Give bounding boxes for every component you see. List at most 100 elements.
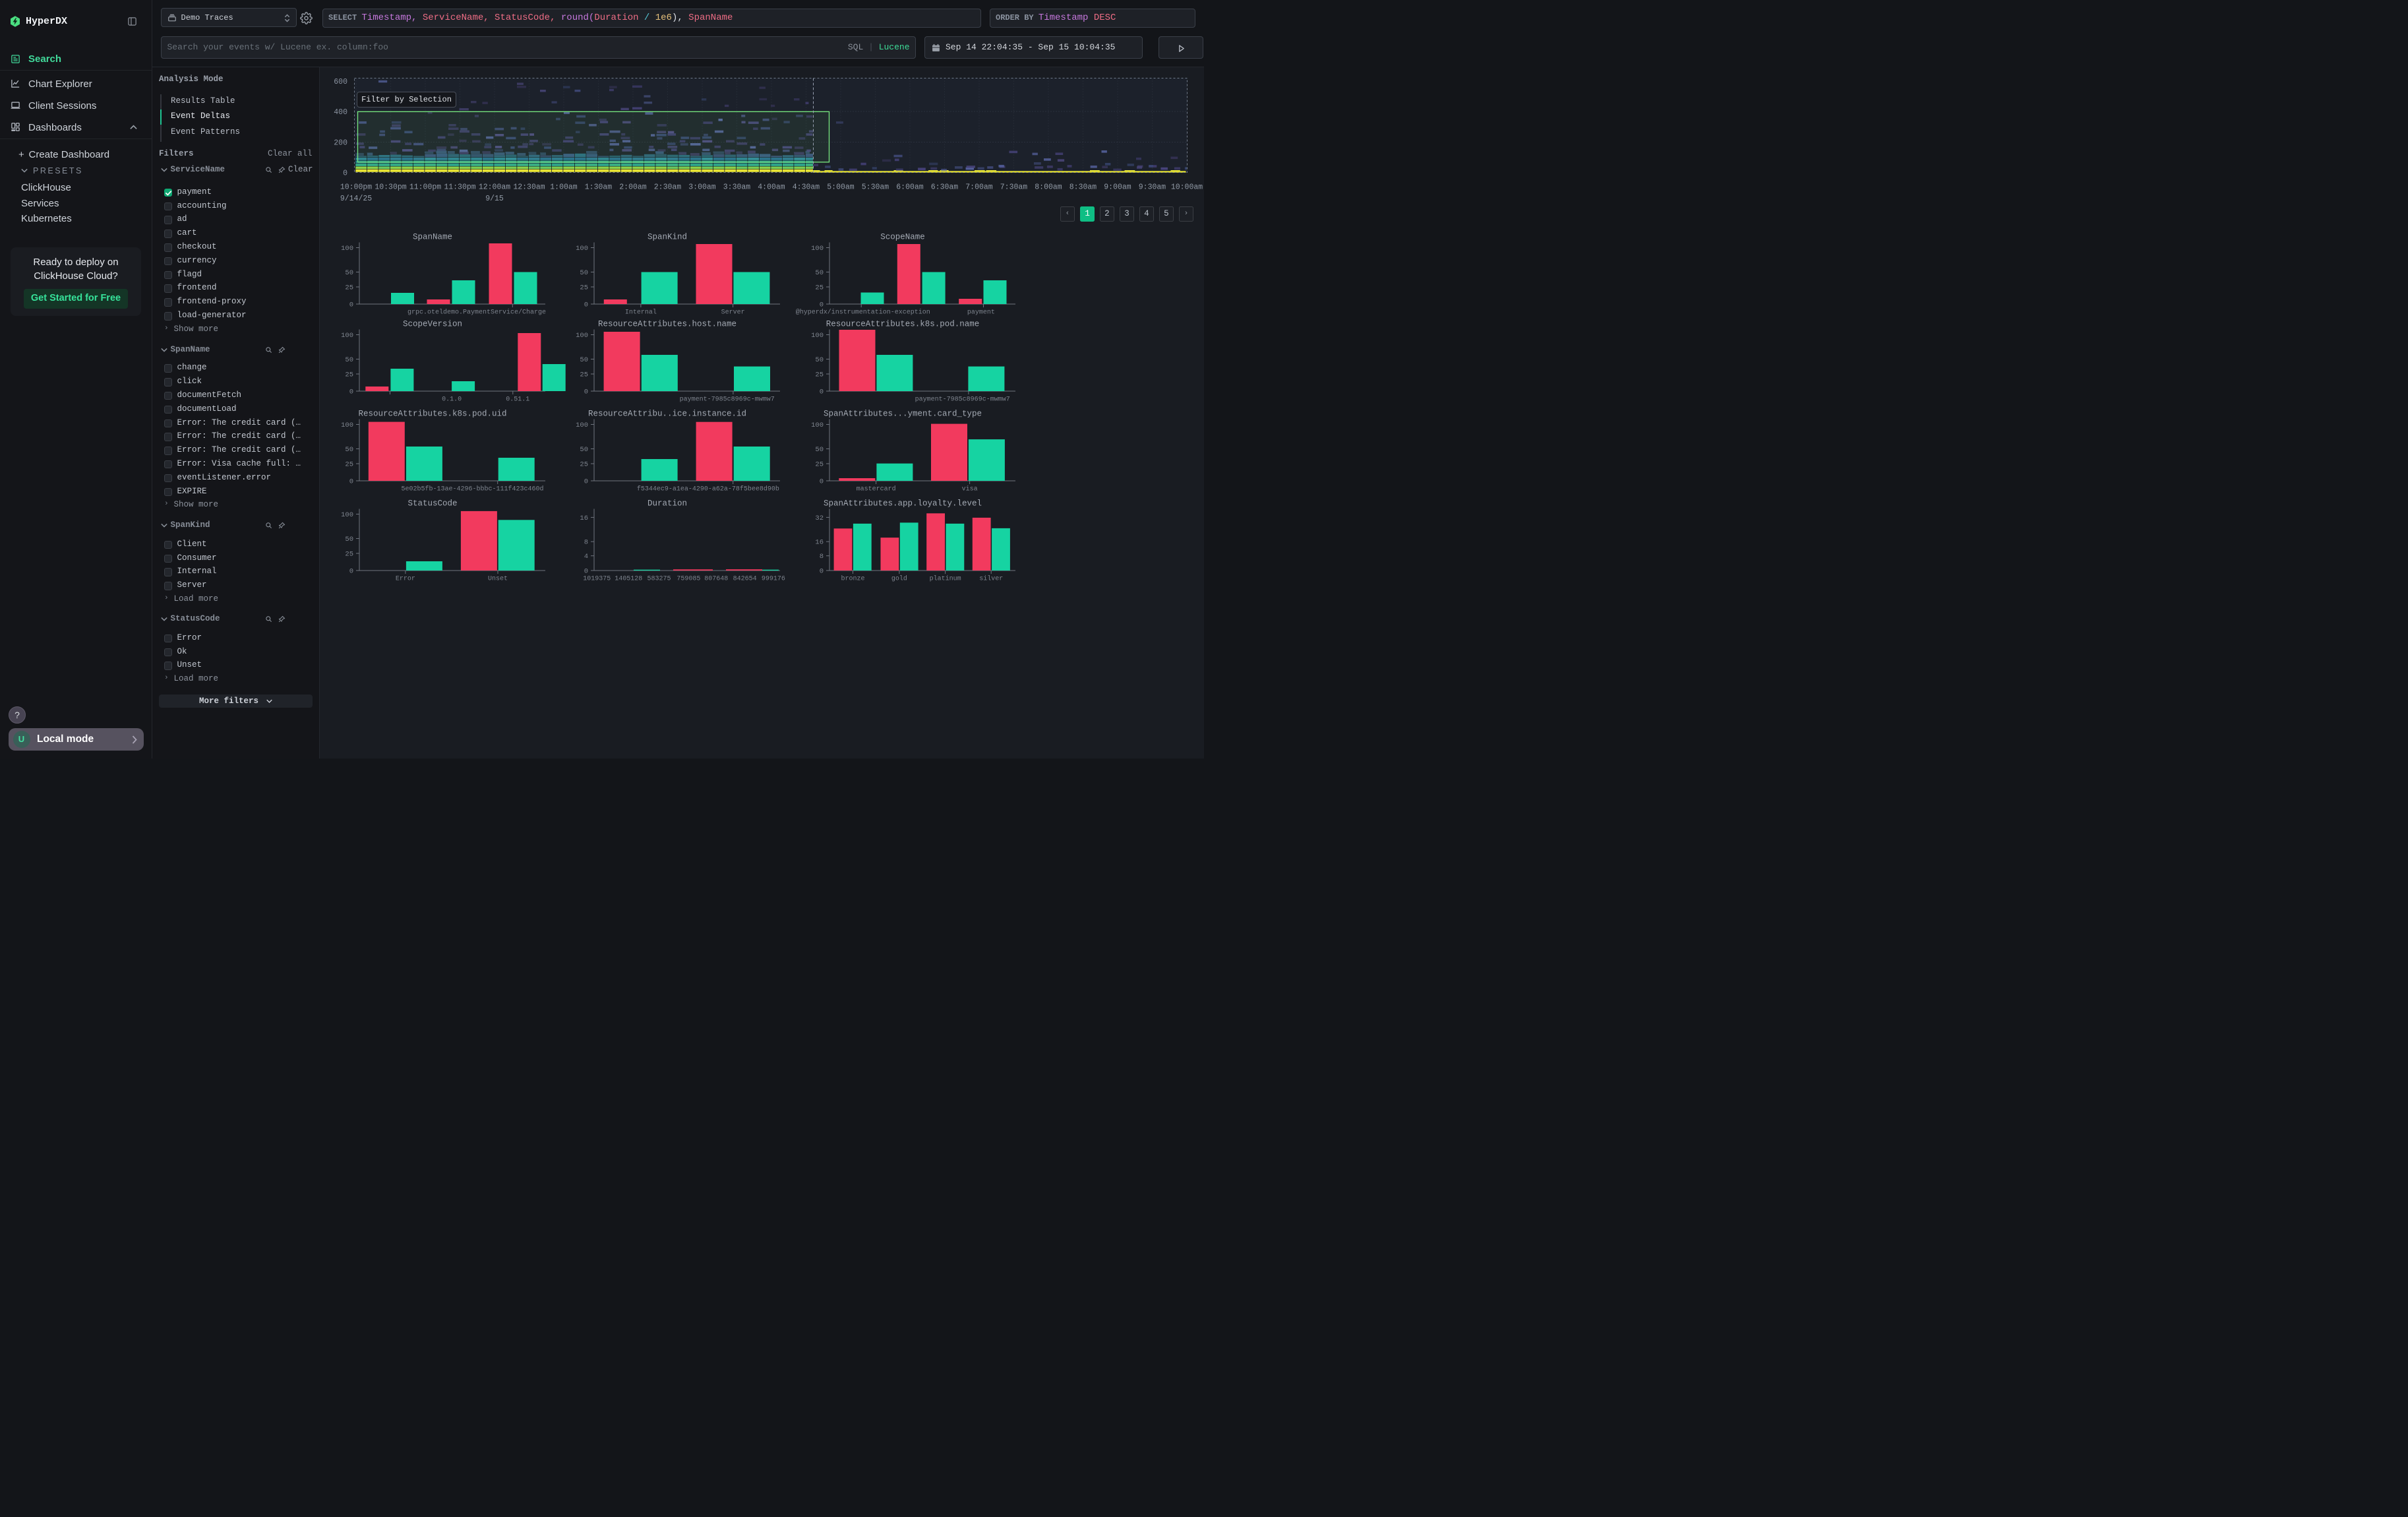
svg-text:25: 25 (345, 551, 353, 559)
svg-text:payment-7985c8969c-mwmw7: payment-7985c8969c-mwmw7 (915, 396, 1009, 403)
svg-text:50: 50 (345, 446, 353, 454)
svg-text:25: 25 (345, 284, 353, 292)
svg-text:9:00am: 9:00am (1104, 183, 1131, 192)
svg-text:50: 50 (580, 269, 588, 277)
svg-text:4:30am: 4:30am (792, 183, 820, 192)
svg-text:payment-7985c8969c-mwmw7: payment-7985c8969c-mwmw7 (680, 396, 775, 403)
svg-text:5:30am: 5:30am (861, 183, 889, 192)
svg-text:100: 100 (811, 245, 824, 253)
svg-text:mastercard: mastercard (856, 485, 895, 493)
svg-text:600: 600 (334, 78, 347, 86)
svg-text:25: 25 (580, 371, 588, 379)
svg-text:SpanName: SpanName (412, 232, 452, 241)
svg-text:100: 100 (576, 332, 588, 340)
svg-text:3:30am: 3:30am (723, 183, 750, 192)
svg-text:3:00am: 3:00am (688, 183, 716, 192)
svg-text:8: 8 (819, 553, 823, 561)
svg-text:50: 50 (815, 269, 824, 277)
svg-text:0: 0 (819, 568, 823, 576)
svg-text:0.1.0: 0.1.0 (442, 396, 462, 403)
svg-text:0: 0 (584, 388, 588, 396)
svg-text:5:00am: 5:00am (827, 183, 855, 192)
svg-text:0: 0 (584, 568, 588, 576)
svg-text:ResourceAttributes.host.name: ResourceAttributes.host.name (598, 319, 737, 328)
svg-text:4:00am: 4:00am (758, 183, 785, 192)
svg-text:0.51.1: 0.51.1 (506, 396, 529, 403)
svg-text:25: 25 (580, 460, 588, 468)
svg-text:100: 100 (341, 511, 353, 519)
svg-text:50: 50 (345, 356, 353, 364)
svg-text:1:30am: 1:30am (584, 183, 612, 192)
svg-text:50: 50 (815, 356, 824, 364)
svg-text:Duration: Duration (647, 499, 687, 509)
svg-text:25: 25 (815, 371, 824, 379)
svg-text:0: 0 (349, 568, 353, 576)
svg-text:ResourceAttribu..ice.instance.: ResourceAttribu..ice.instance.id (588, 409, 746, 418)
svg-text:SpanAttributes.app.loyalty.lev: SpanAttributes.app.loyalty.level (823, 499, 981, 509)
svg-text:10:00pm: 10:00pm (340, 183, 371, 192)
svg-text:100: 100 (341, 421, 353, 429)
svg-text:50: 50 (345, 269, 353, 277)
svg-text:999176: 999176 (762, 576, 785, 583)
svg-text:807648: 807648 (704, 576, 728, 583)
svg-text:SpanKind: SpanKind (647, 232, 687, 241)
svg-text:12:00am: 12:00am (478, 183, 510, 192)
svg-text:0: 0 (819, 301, 823, 309)
svg-text:9:30am: 9:30am (1138, 183, 1166, 192)
svg-text:32: 32 (815, 514, 824, 522)
svg-text:visa: visa (961, 485, 977, 493)
svg-text:0: 0 (343, 170, 347, 178)
svg-text:2:00am: 2:00am (619, 183, 647, 192)
svg-text:16: 16 (580, 514, 588, 522)
svg-text:0: 0 (349, 478, 353, 485)
svg-text:12:30am: 12:30am (513, 183, 545, 192)
svg-text:platinum: platinum (929, 575, 961, 583)
svg-text:11:00pm: 11:00pm (409, 183, 440, 192)
svg-text:1:00am: 1:00am (550, 183, 578, 192)
svg-text:6:00am: 6:00am (896, 183, 924, 192)
svg-text:StatusCode: StatusCode (407, 499, 457, 509)
svg-text:10:00am: 10:00am (1170, 183, 1202, 192)
svg-text:5e02b5fb-13ae-4296-bbbc-111f42: 5e02b5fb-13ae-4296-bbbc-111f423c460d (401, 485, 543, 493)
svg-text:2:30am: 2:30am (653, 183, 681, 192)
svg-text:ScopeVersion: ScopeVersion (402, 319, 462, 328)
svg-text:25: 25 (345, 371, 353, 379)
svg-text:25: 25 (815, 460, 824, 468)
svg-text:ScopeName: ScopeName (880, 232, 925, 241)
svg-text:0: 0 (819, 478, 823, 485)
svg-text:11:30pm: 11:30pm (444, 183, 475, 192)
svg-text:842654: 842654 (733, 576, 757, 583)
svg-text:ResourceAttributes.k8s.pod.uid: ResourceAttributes.k8s.pod.uid (358, 409, 506, 418)
svg-text:9/15: 9/15 (485, 195, 504, 203)
svg-text:25: 25 (815, 284, 824, 292)
svg-text:583275: 583275 (647, 576, 671, 583)
svg-text:50: 50 (580, 446, 588, 454)
svg-text:50: 50 (815, 446, 824, 454)
svg-text:50: 50 (580, 356, 588, 364)
svg-text:0: 0 (349, 388, 353, 396)
svg-text:100: 100 (576, 421, 588, 429)
svg-text:1019375: 1019375 (583, 576, 611, 583)
svg-text:bronze: bronze (841, 575, 864, 583)
svg-text:200: 200 (334, 139, 347, 148)
svg-text:Error: Error (395, 576, 415, 583)
svg-text:9/14/25: 9/14/25 (340, 195, 371, 203)
svg-text:0: 0 (584, 301, 588, 309)
svg-text:25: 25 (345, 460, 353, 468)
svg-text:8: 8 (584, 539, 588, 547)
svg-text:4: 4 (584, 553, 588, 561)
svg-text:759085: 759085 (677, 576, 700, 583)
svg-text:0: 0 (819, 388, 823, 396)
svg-text:7:30am: 7:30am (1000, 183, 1027, 192)
svg-text:100: 100 (811, 332, 824, 340)
svg-text:ResourceAttributes.k8s.pod.nam: ResourceAttributes.k8s.pod.name (826, 319, 979, 328)
svg-text:0: 0 (584, 478, 588, 485)
svg-text:100: 100 (341, 245, 353, 253)
svg-text:100: 100 (341, 332, 353, 340)
svg-text:silver: silver (979, 575, 1003, 583)
svg-text:0: 0 (349, 301, 353, 309)
svg-text:25: 25 (580, 284, 588, 292)
svg-text:f5344ec9-a1ea-4290-a62a-78f5be: f5344ec9-a1ea-4290-a62a-78f5bee8d90b (637, 485, 779, 493)
svg-text:16: 16 (815, 539, 824, 547)
svg-text:Unset: Unset (487, 576, 507, 583)
